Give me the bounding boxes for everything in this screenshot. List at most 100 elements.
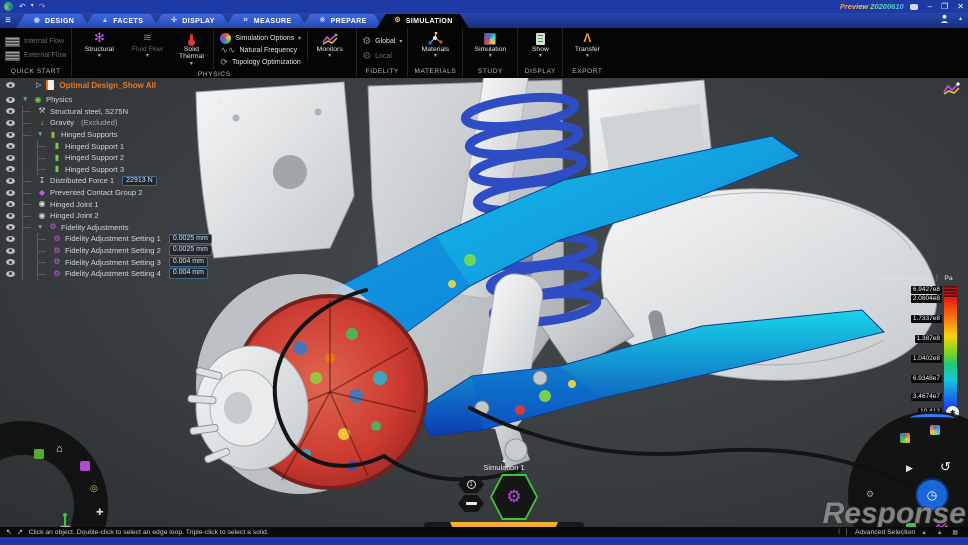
tree-item-gravity[interactable]: ↓ Gravity (Excluded) bbox=[0, 117, 230, 129]
eye-icon[interactable] bbox=[6, 143, 15, 149]
tree-item-fidelity-setting-2[interactable]: ⚙ Fidelity Adjustment Setting 2 0.0025 m… bbox=[0, 245, 230, 257]
simulation-options-dropdown-icon[interactable]: ▾ bbox=[298, 35, 301, 42]
arm-bolt[interactable] bbox=[533, 371, 547, 385]
tree-item-prevented-contact[interactable]: ◆ Prevented Contact Group 2 bbox=[0, 187, 230, 199]
tab-design[interactable]: ◉ DESIGN bbox=[16, 14, 90, 28]
expander-icon[interactable]: ▼ bbox=[37, 224, 45, 231]
study-dropdown-icon[interactable]: ▾ bbox=[489, 53, 492, 60]
paint-select-icon[interactable]: ↗ bbox=[17, 528, 23, 536]
pan-icon[interactable]: ✚ bbox=[96, 507, 104, 518]
transfer-dropdown-icon[interactable]: ▾ bbox=[586, 53, 589, 60]
tree-item-hinged-joint-2[interactable]: ◉ Hinged Joint 2 bbox=[0, 210, 230, 222]
study-collapse-hex[interactable] bbox=[458, 495, 484, 512]
appearance-cube-icon[interactable] bbox=[80, 461, 90, 471]
show-dropdown-icon[interactable]: ▾ bbox=[539, 53, 542, 60]
select-cursor-icon[interactable]: ↖ bbox=[6, 528, 12, 536]
tab-display[interactable]: ✣ DISPLAY bbox=[153, 14, 231, 28]
global-dropdown-icon[interactable]: ▾ bbox=[399, 38, 402, 45]
fluid-flow-button[interactable]: ≋ Fluid Flow ▾ bbox=[125, 30, 169, 60]
isolate-cube-icon[interactable] bbox=[34, 449, 44, 459]
eye-icon[interactable] bbox=[6, 236, 15, 242]
tab-prepare[interactable]: ❊ PREPARE bbox=[302, 14, 383, 28]
solid-thermal-button[interactable]: Solid Thermal ▾ bbox=[173, 30, 209, 68]
topology-optimization-button[interactable]: ⟳ Topology Optimization bbox=[220, 56, 301, 68]
fidelity-value-field[interactable]: 0.004 mm bbox=[169, 257, 208, 268]
home-view-icon[interactable]: ⌂ bbox=[56, 443, 63, 455]
eye-icon[interactable] bbox=[6, 97, 15, 103]
browser-root-row[interactable]: ▷ Optimal Design_Show All bbox=[0, 79, 156, 91]
show-button[interactable]: Show ▾ bbox=[523, 30, 557, 60]
fidelity-global-button[interactable]: ⚙ Global ▾ bbox=[362, 35, 402, 47]
minimize-button[interactable]: – bbox=[928, 2, 932, 11]
eye-icon[interactable] bbox=[6, 201, 15, 207]
eye-icon[interactable] bbox=[6, 178, 15, 184]
advanced-selection-label[interactable]: Advanced Selection bbox=[855, 529, 915, 536]
external-flow-button[interactable]: External Flow bbox=[5, 50, 66, 62]
stress-legend[interactable]: Von Mises Stress ⋮ Pa 6.9427e8 2.0804e8 … bbox=[877, 274, 963, 418]
eye-icon[interactable] bbox=[6, 120, 15, 126]
eye-icon[interactable] bbox=[6, 155, 15, 161]
collapse-ribbon-icon[interactable]: ▴ bbox=[959, 15, 962, 22]
close-button[interactable]: ✕ bbox=[957, 2, 964, 11]
root-visibility-eye-icon[interactable] bbox=[6, 82, 15, 88]
legend-color-bar[interactable] bbox=[944, 286, 957, 412]
tree-item-hinged-supports[interactable]: ▼ ▮ Hinged Supports bbox=[0, 129, 230, 141]
results-cube-icon[interactable] bbox=[900, 433, 910, 443]
camera-icon[interactable]: ◎ bbox=[90, 483, 98, 494]
tab-simulation[interactable]: ⚙ SIMULATION bbox=[377, 14, 469, 28]
force-value-field[interactable]: 22913 N bbox=[122, 176, 156, 187]
eye-icon[interactable] bbox=[6, 190, 15, 196]
fidelity-value-field[interactable]: 0.0025 mm bbox=[169, 245, 212, 256]
redo-icon[interactable]: ↷ bbox=[39, 2, 46, 11]
eye-icon[interactable] bbox=[6, 132, 15, 138]
eye-icon[interactable] bbox=[6, 166, 15, 172]
eye-icon[interactable] bbox=[6, 213, 15, 219]
viewport-3d[interactable]: ▷ Optimal Design_Show All ▼ ◉ Physics ⚒ … bbox=[0, 78, 968, 527]
eye-icon[interactable] bbox=[6, 271, 15, 277]
expander-icon[interactable]: ▼ bbox=[37, 131, 45, 138]
tab-measure[interactable]: ⌗ MEASURE bbox=[225, 14, 308, 28]
tab-facets[interactable]: ▲ FACETS bbox=[84, 14, 159, 28]
tree-item-material[interactable]: ⚒ Structural steel, S275N bbox=[0, 106, 230, 118]
tree-item-hinged-support-2[interactable]: ▮ Hinged Support 2 bbox=[0, 152, 230, 164]
feedback-icon[interactable] bbox=[910, 4, 918, 10]
monitors-dropdown-icon[interactable]: ▾ bbox=[328, 53, 331, 60]
natural-frequency-button[interactable]: ∿∿ Natural Frequency bbox=[220, 44, 301, 56]
fidelity-local-button[interactable]: ⚙ Local bbox=[362, 50, 392, 62]
tree-item-hinged-support-1[interactable]: ▮ Hinged Support 1 bbox=[0, 140, 230, 152]
study-count-hex[interactable]: 1 bbox=[458, 476, 484, 493]
tree-item-fidelity-adjustments[interactable]: ▼ ⚙ Fidelity Adjustments bbox=[0, 222, 230, 234]
eye-icon[interactable] bbox=[6, 259, 15, 265]
expander-icon[interactable]: ▼ bbox=[22, 96, 30, 103]
selection-mode-icons[interactable]: ▲ ▲ ▦ bbox=[921, 529, 962, 536]
undo-dropdown-icon[interactable]: ▾ bbox=[31, 2, 34, 11]
reset-view-icon[interactable]: ↺ bbox=[940, 459, 951, 475]
document-title[interactable]: Optimal Design_Show All bbox=[59, 81, 156, 90]
materials-button[interactable]: Materials ▾ bbox=[413, 30, 457, 60]
tree-item-hinged-support-3[interactable]: ▮ Hinged Support 3 bbox=[0, 164, 230, 176]
eye-icon[interactable] bbox=[6, 248, 15, 254]
fidelity-value-field[interactable]: 0.004 mm bbox=[169, 268, 208, 279]
tree-item-distributed-force[interactable]: ↧ Distributed Force 1 22913 N bbox=[0, 175, 230, 187]
legend-menu-icon[interactable]: ⋮ bbox=[934, 274, 941, 282]
undo-icon[interactable]: ↶ bbox=[19, 2, 26, 11]
eye-icon[interactable] bbox=[6, 224, 15, 230]
fluid-flow-dropdown-icon[interactable]: ▾ bbox=[146, 53, 149, 60]
materials-dropdown-icon[interactable]: ▾ bbox=[434, 53, 437, 60]
root-expander-icon[interactable]: ▷ bbox=[36, 81, 41, 89]
solid-thermal-dropdown-icon[interactable]: ▾ bbox=[190, 61, 193, 68]
eye-icon[interactable] bbox=[6, 108, 15, 114]
tree-item-fidelity-setting-3[interactable]: ⚙ Fidelity Adjustment Setting 3 0.004 mm bbox=[0, 256, 230, 268]
monitors-button[interactable]: Monitors ▾ bbox=[307, 30, 351, 60]
structural-dropdown-icon[interactable]: ▾ bbox=[98, 53, 101, 60]
internal-flow-button[interactable]: Internal Flow bbox=[5, 36, 64, 48]
tree-item-physics[interactable]: ▼ ◉ Physics bbox=[0, 94, 230, 106]
tree-item-fidelity-setting-4[interactable]: ⚙ Fidelity Adjustment Setting 4 0.004 mm bbox=[0, 268, 230, 280]
user-account-icon[interactable] bbox=[940, 14, 949, 23]
study-simulation-button[interactable]: Simulation ▾ bbox=[468, 30, 512, 60]
simulation-options-button[interactable]: Simulation Options ▾ bbox=[220, 32, 301, 44]
tree-item-hinged-joint-1[interactable]: ◉ Hinged Joint 1 bbox=[0, 198, 230, 210]
restore-button[interactable]: ❐ bbox=[941, 2, 948, 11]
play-animation-icon[interactable]: ▶ bbox=[906, 463, 913, 474]
monitors-panel-icon[interactable] bbox=[943, 82, 960, 95]
